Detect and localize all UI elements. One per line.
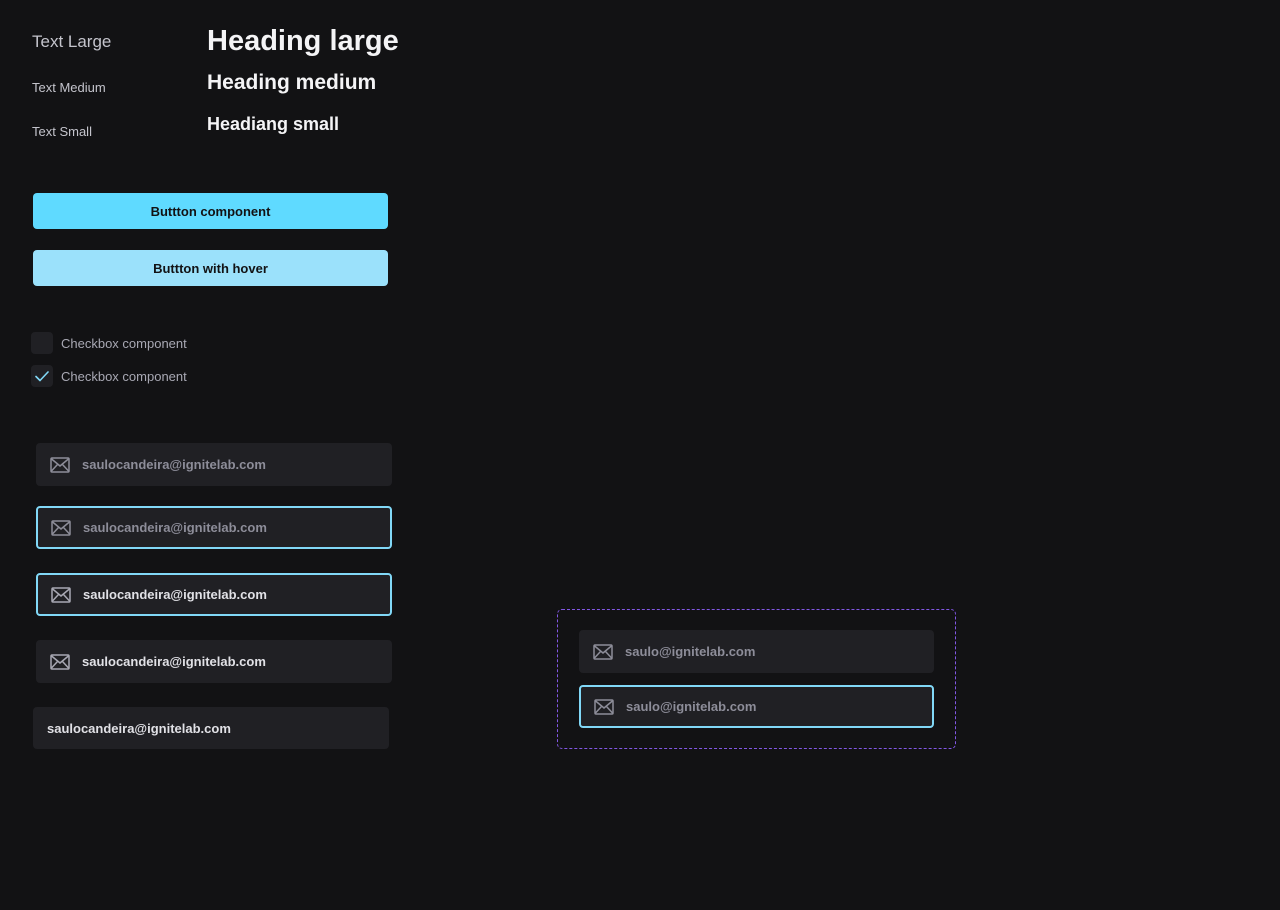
email-input-focus[interactable]: saulocandeira@ignitelab.com	[36, 506, 392, 549]
button-component[interactable]: Buttton component	[33, 193, 388, 229]
email-input-filled[interactable]: saulocandeira@ignitelab.com	[36, 640, 392, 683]
email-input-default[interactable]: saulocandeira@ignitelab.com	[36, 443, 392, 486]
text-large-sample: Text Large	[32, 32, 112, 51]
email-value: saulocandeira@ignitelab.com	[83, 587, 267, 602]
email-value: saulocandeira@ignitelab.com	[83, 520, 267, 535]
checkbox-row-checked[interactable]: Checkbox component	[31, 365, 187, 387]
checkbox-label: Checkbox component	[61, 335, 187, 351]
checkbox-unchecked[interactable]	[31, 332, 53, 354]
email-value: saulocandeira@ignitelab.com	[47, 720, 231, 736]
email-value: saulocandeira@ignitelab.com	[82, 457, 266, 472]
checkbox-checked[interactable]	[31, 365, 53, 387]
check-icon	[35, 370, 49, 381]
text-medium-sample: Text Medium	[32, 80, 106, 95]
heading-small-sample: Headiang small	[207, 114, 340, 134]
button-hover-state[interactable]: Buttton with hover	[33, 250, 388, 286]
mail-icon	[594, 698, 614, 715]
checkbox-label: Checkbox component	[61, 368, 187, 384]
email-input-focus-filled[interactable]: saulocandeira@ignitelab.com	[36, 573, 392, 616]
mail-icon	[593, 643, 613, 660]
email-value: saulo@ignitelab.com	[625, 644, 756, 659]
email-value: saulocandeira@ignitelab.com	[82, 654, 266, 669]
email-input-no-icon[interactable]: saulocandeira@ignitelab.com	[33, 707, 389, 749]
mail-icon	[51, 519, 71, 536]
mail-icon	[51, 586, 71, 603]
heading-large-sample: Heading large	[207, 25, 399, 57]
email-variant-focus[interactable]: saulo@ignitelab.com	[579, 685, 934, 728]
checkbox-row-unchecked[interactable]: Checkbox component	[31, 332, 187, 354]
text-small-sample: Text Small	[32, 124, 92, 139]
email-value: saulo@ignitelab.com	[626, 699, 757, 714]
mail-icon	[50, 456, 70, 473]
email-variant-default[interactable]: saulo@ignitelab.com	[579, 630, 934, 673]
heading-medium-sample: Heading medium	[207, 71, 377, 94]
mail-icon	[50, 653, 70, 670]
